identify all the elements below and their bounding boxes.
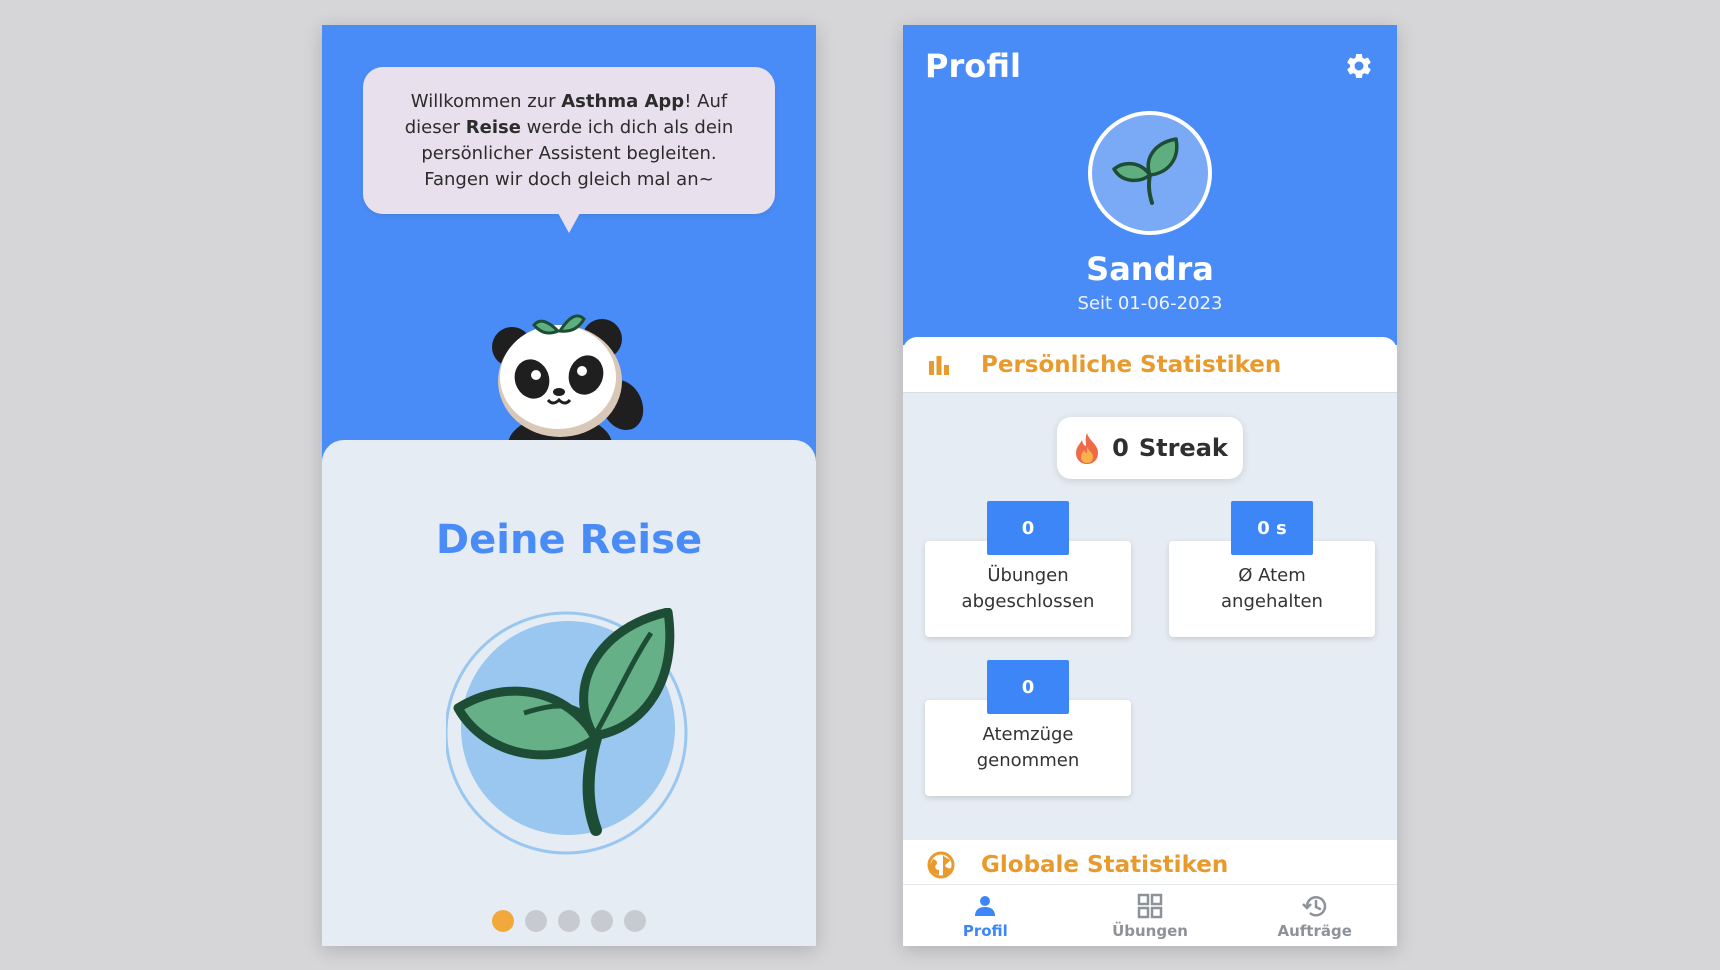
globe-icon xyxy=(927,851,955,879)
stat-breaths-taken: 0 Atemzüge genommen xyxy=(925,660,1131,835)
fire-icon xyxy=(1076,433,1099,464)
sprout-avatar-icon xyxy=(1112,137,1179,205)
pagination-dot-4[interactable] xyxy=(591,910,613,932)
bottom-tab-bar: Profil Übungen Aufträge xyxy=(903,884,1397,946)
personal-stats-header: Persönliche Statistiken xyxy=(903,337,1397,392)
pagination-dot-3[interactable] xyxy=(558,910,580,932)
tab-uebungen[interactable]: Übungen xyxy=(1068,885,1233,946)
bar-chart-icon xyxy=(927,351,955,379)
tab-auftraege[interactable]: Aufträge xyxy=(1232,885,1397,946)
journey-card: Deine Reise xyxy=(322,440,816,946)
bubble-reise: Reise xyxy=(465,117,521,138)
journey-title: Deine Reise xyxy=(435,517,703,563)
bubble-app-name: Asthma App xyxy=(561,91,685,112)
stat-label: Ø Atem angehalten xyxy=(1169,541,1375,637)
global-stats-title: Globale Statistiken xyxy=(981,852,1229,878)
onboarding-screen: Willkommen zur Asthma App! Auf dieser Re… xyxy=(322,25,816,946)
streak-value: 0 xyxy=(1112,434,1129,462)
streak-badge: 0 Streak xyxy=(1057,417,1243,479)
gear-icon[interactable] xyxy=(1344,51,1374,81)
tab-label: Aufträge xyxy=(1277,921,1352,940)
pagination-dots xyxy=(322,910,816,932)
bubble-text-1: Willkommen zur xyxy=(410,91,562,112)
stat-value: 0 s xyxy=(1231,501,1313,555)
profile-screen: Profil Sandra Seit 01-06-2023 Persönlich… xyxy=(903,25,1397,946)
stat-avg-breath-hold: 0 s Ø Atem angehalten xyxy=(1169,501,1375,676)
grid-icon xyxy=(1137,893,1163,918)
page-title: Profil xyxy=(925,47,1021,85)
stat-label: Übungen abgeschlossen xyxy=(925,541,1131,637)
username: Sandra xyxy=(1086,250,1214,288)
tab-label: Übungen xyxy=(1112,921,1188,940)
history-icon xyxy=(1301,895,1326,917)
pagination-dot-2[interactable] xyxy=(525,910,547,932)
global-stats-header: Globale Statistiken xyxy=(903,840,1397,890)
member-since: Seit 01-06-2023 xyxy=(1077,293,1223,314)
personal-stats-title: Persönliche Statistiken xyxy=(981,351,1282,378)
pagination-dot-1[interactable] xyxy=(492,910,514,932)
pagination-dot-5[interactable] xyxy=(624,910,646,932)
tab-label: Profil xyxy=(962,921,1008,940)
person-icon xyxy=(975,895,996,916)
stat-exercises-completed: 0 Übungen abgeschlossen xyxy=(925,501,1131,676)
profile-header: Profil Sandra Seit 01-06-2023 xyxy=(903,25,1397,345)
sprout-icon xyxy=(446,608,688,855)
stat-value: 0 xyxy=(987,660,1069,714)
speech-bubble-tail xyxy=(558,213,580,233)
tab-profil[interactable]: Profil xyxy=(903,885,1068,946)
stat-value: 0 xyxy=(987,501,1069,555)
streak-label: Streak xyxy=(1138,434,1228,462)
avatar[interactable] xyxy=(1088,111,1212,235)
speech-bubble: Willkommen zur Asthma App! Auf dieser Re… xyxy=(363,67,775,214)
stat-label: Atemzüge genommen xyxy=(925,700,1131,796)
